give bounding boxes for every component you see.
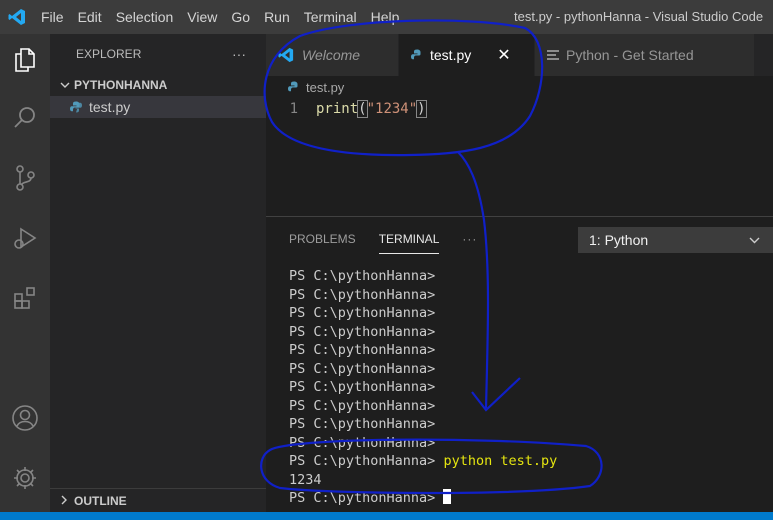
python-icon xyxy=(288,81,300,93)
explorer-sidebar: EXPLORER ··· PYTHONHANNA test.py OUTLINE xyxy=(50,34,266,512)
terminal-prompt-line: PS C:\pythonHanna> xyxy=(289,323,436,340)
terminal-output[interactable]: PS C:\pythonHanna> PS C:\pythonHanna> PS C… xyxy=(289,267,769,508)
panel-more-button[interactable]: ··· xyxy=(462,217,477,261)
tab-label: Python - Get Started xyxy=(566,47,694,63)
tab-problems[interactable]: PROBLEMS xyxy=(289,217,356,261)
run-debug-icon[interactable] xyxy=(0,214,50,262)
outline-section[interactable]: OUTLINE xyxy=(50,488,266,512)
tab-python-get-started[interactable]: Python - Get Started xyxy=(535,34,755,76)
file-test-py[interactable]: test.py xyxy=(50,96,266,118)
chevron-down-icon xyxy=(60,78,74,92)
terminal-cursor xyxy=(443,489,452,504)
status-bar xyxy=(0,512,773,520)
terminal-command: python test.py xyxy=(443,453,558,469)
code-token-string: "1234" xyxy=(366,101,418,117)
explorer-icon[interactable] xyxy=(0,36,50,84)
terminal-prompt-line: PS C:\pythonHanna> xyxy=(289,342,436,358)
code-token-function: print xyxy=(316,101,359,117)
breadcrumb[interactable]: test.py xyxy=(266,76,773,98)
window-title: test.py - pythonHanna - Visual Studio Co… xyxy=(514,9,764,24)
terminal-prompt-line: PS C:\pythonHanna> xyxy=(289,360,436,377)
source-control-icon[interactable] xyxy=(0,154,50,202)
tab-terminal[interactable]: TERMINAL xyxy=(378,224,440,254)
folder-label: PYTHONHANNA xyxy=(74,78,168,92)
outline-label: OUTLINE xyxy=(74,493,127,508)
terminal-select[interactable]: 1: Python xyxy=(578,227,773,253)
terminal-prompt-line: PS C:\pythonHanna> xyxy=(289,416,436,432)
code-token-paren-close: ) xyxy=(416,100,427,118)
python-icon xyxy=(411,49,423,61)
menu-bar: File Edit Selection View Go Run Terminal… xyxy=(34,0,406,34)
chevron-down-icon xyxy=(749,237,760,244)
terminal-prompt: PS C:\pythonHanna> xyxy=(289,490,444,506)
chevron-right-icon xyxy=(60,494,74,508)
menu-view[interactable]: View xyxy=(180,0,224,34)
account-icon[interactable] xyxy=(0,394,50,442)
tab-label: Welcome xyxy=(302,47,361,63)
folder-pythonhanna[interactable]: PYTHONHANNA xyxy=(50,74,266,96)
search-icon[interactable] xyxy=(0,94,50,142)
terminal-command-line: PS C:\pythonHanna> python test.py xyxy=(289,452,769,471)
line-number: 1 xyxy=(289,101,298,117)
terminal-prompt-line: PS C:\pythonHanna> xyxy=(289,397,436,414)
menu-run[interactable]: Run xyxy=(257,0,297,34)
terminal-prompt: PS C:\pythonHanna> xyxy=(289,453,444,469)
code-editor[interactable]: test.py 1 print("1234") xyxy=(266,76,773,216)
tab-label: test.py xyxy=(430,47,472,63)
menu-go[interactable]: Go xyxy=(224,0,257,34)
activity-bar xyxy=(0,34,50,512)
terminal-prompt-line: PS C:\pythonHanna> xyxy=(289,268,436,284)
title-bar: File Edit Selection View Go Run Terminal… xyxy=(0,0,773,34)
menu-edit[interactable]: Edit xyxy=(71,0,109,34)
tab-welcome[interactable]: Welcome xyxy=(266,34,399,76)
explorer-header: EXPLORER ··· xyxy=(50,34,266,74)
explorer-title: EXPLORER xyxy=(76,47,142,61)
terminal-current-line: PS C:\pythonHanna> xyxy=(289,489,769,508)
python-file-icon xyxy=(70,101,82,113)
menu-help[interactable]: Help xyxy=(364,0,407,34)
code-line-1[interactable]: 1 print("1234") xyxy=(266,98,773,120)
menu-file[interactable]: File xyxy=(34,0,71,34)
terminal-prompt-line: PS C:\pythonHanna> xyxy=(289,286,436,303)
editor-tab-bar: Welcome test.py ✕ Python - Get Started xyxy=(266,34,773,76)
markdown-icon xyxy=(547,50,559,60)
menu-terminal[interactable]: Terminal xyxy=(297,0,364,34)
file-label: test.py xyxy=(89,99,131,115)
menu-selection[interactable]: Selection xyxy=(109,0,181,34)
bottom-panel: PROBLEMS TERMINAL ··· 1: Python PS C:\py… xyxy=(266,216,773,512)
breadcrumb-file: test.py xyxy=(306,79,345,95)
close-icon[interactable]: ✕ xyxy=(497,45,510,65)
code-token-paren-open: ( xyxy=(357,100,368,118)
settings-gear-icon[interactable] xyxy=(0,454,50,502)
terminal-output-line: 1234 xyxy=(289,471,322,488)
terminal-select-value: 1: Python xyxy=(589,232,649,248)
terminal-prompt-line: PS C:\pythonHanna> xyxy=(289,434,436,451)
vscode-logo-icon xyxy=(0,0,34,34)
tab-test-py[interactable]: test.py ✕ xyxy=(399,34,535,76)
extensions-icon[interactable] xyxy=(0,274,50,322)
vscode-icon xyxy=(278,47,294,63)
terminal-prompt-line: PS C:\pythonHanna> xyxy=(289,305,436,321)
explorer-more-button[interactable]: ··· xyxy=(232,46,246,62)
terminal-prompt-line: PS C:\pythonHanna> xyxy=(289,379,436,395)
